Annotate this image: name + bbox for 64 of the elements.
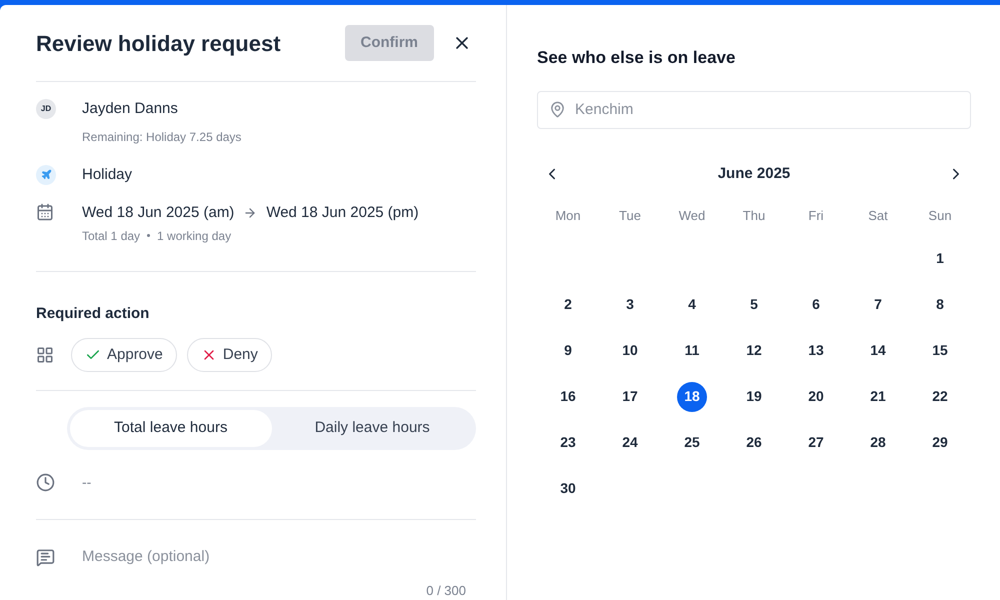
plane-icon (36, 164, 56, 185)
pin-icon (549, 100, 566, 118)
working-days: 1 working day (157, 226, 232, 244)
end-date: Wed 18 Jun 2025 (pm) (266, 203, 419, 223)
weekday-label: Thu (742, 207, 766, 225)
message-icon (36, 548, 55, 567)
location-field[interactable]: Kenchim (537, 90, 971, 128)
employee-name: Jayden Danns (82, 99, 178, 119)
weekday-label: Sat (868, 207, 888, 225)
approve-button[interactable]: Approve (71, 338, 177, 372)
message-field[interactable]: Message (optional) (82, 546, 476, 568)
panel-title: See who else is on leave (537, 47, 736, 69)
weekday-label: Sun (928, 207, 952, 225)
calendar-day[interactable]: 2 (553, 290, 583, 320)
hours-tab[interactable]: Daily leave hours (272, 410, 473, 447)
calendar-day[interactable]: 21 (863, 382, 893, 412)
calendar-day[interactable]: 28 (863, 428, 893, 458)
grid-icon (36, 346, 54, 364)
total-days: Total 1 day (82, 226, 140, 244)
calendar-day[interactable]: 13 (801, 336, 831, 366)
month-title: June 2025 (718, 164, 790, 184)
calendar-day[interactable]: 26 (739, 428, 769, 458)
weekday-label: Fri (808, 207, 824, 225)
calendar-day[interactable]: 22 (925, 382, 955, 412)
calendar-day[interactable]: 24 (615, 428, 645, 458)
weekday-label: Tue (619, 207, 641, 225)
bullet-icon (147, 234, 150, 237)
calendar-day[interactable]: 19 (739, 382, 769, 412)
calendar-day[interactable]: 17 (615, 382, 645, 412)
character-counter: 0 / 300 (426, 582, 466, 600)
dialog-title: Review holiday request (36, 30, 282, 58)
calendar-day[interactable]: 29 (925, 428, 955, 458)
calendar-day[interactable]: 9 (553, 336, 583, 366)
avatar: JD (36, 99, 56, 120)
calendar-day[interactable]: 14 (863, 336, 893, 366)
clock-icon (36, 473, 55, 492)
weekday-label: Wed (678, 207, 706, 225)
calendar-day[interactable]: 11 (677, 336, 707, 366)
section-title: Required action (36, 304, 150, 324)
calendar-day[interactable]: 5 (739, 290, 769, 320)
weekday-label: Mon (555, 207, 581, 225)
calendar-day[interactable]: 4 (677, 290, 707, 320)
calendar-day[interactable]: 30 (553, 474, 583, 504)
calendar-day[interactable]: 15 (925, 336, 955, 366)
calendar-day[interactable]: 7 (863, 290, 893, 320)
calendar-icon (36, 203, 54, 221)
calendar-day[interactable]: 25 (677, 428, 707, 458)
calendar-day[interactable]: 23 (553, 428, 583, 458)
calendar-day[interactable]: 3 (615, 290, 645, 320)
leave-type: Holiday (82, 164, 132, 184)
remaining-balance: Remaining: Holiday 7.25 days (82, 128, 242, 146)
calendar-day[interactable]: 27 (801, 428, 831, 458)
hours-value: -- (82, 473, 92, 492)
calendar-day[interactable]: 6 (801, 290, 831, 320)
calendar-day[interactable]: 16 (553, 382, 583, 412)
calendar-day[interactable]: 12 (739, 336, 769, 366)
calendar-day[interactable]: 8 (925, 290, 955, 320)
deny-button[interactable]: Deny (186, 338, 272, 372)
start-date: Wed 18 Jun 2025 (am) (82, 203, 234, 223)
calendar-day[interactable]: 10 (615, 336, 645, 366)
calendar-day[interactable]: 20 (801, 382, 831, 412)
hours-tab[interactable]: Total leave hours (70, 410, 272, 447)
calendar-day[interactable]: 1 (925, 244, 955, 274)
calendar-day[interactable]: 18 (677, 382, 707, 412)
